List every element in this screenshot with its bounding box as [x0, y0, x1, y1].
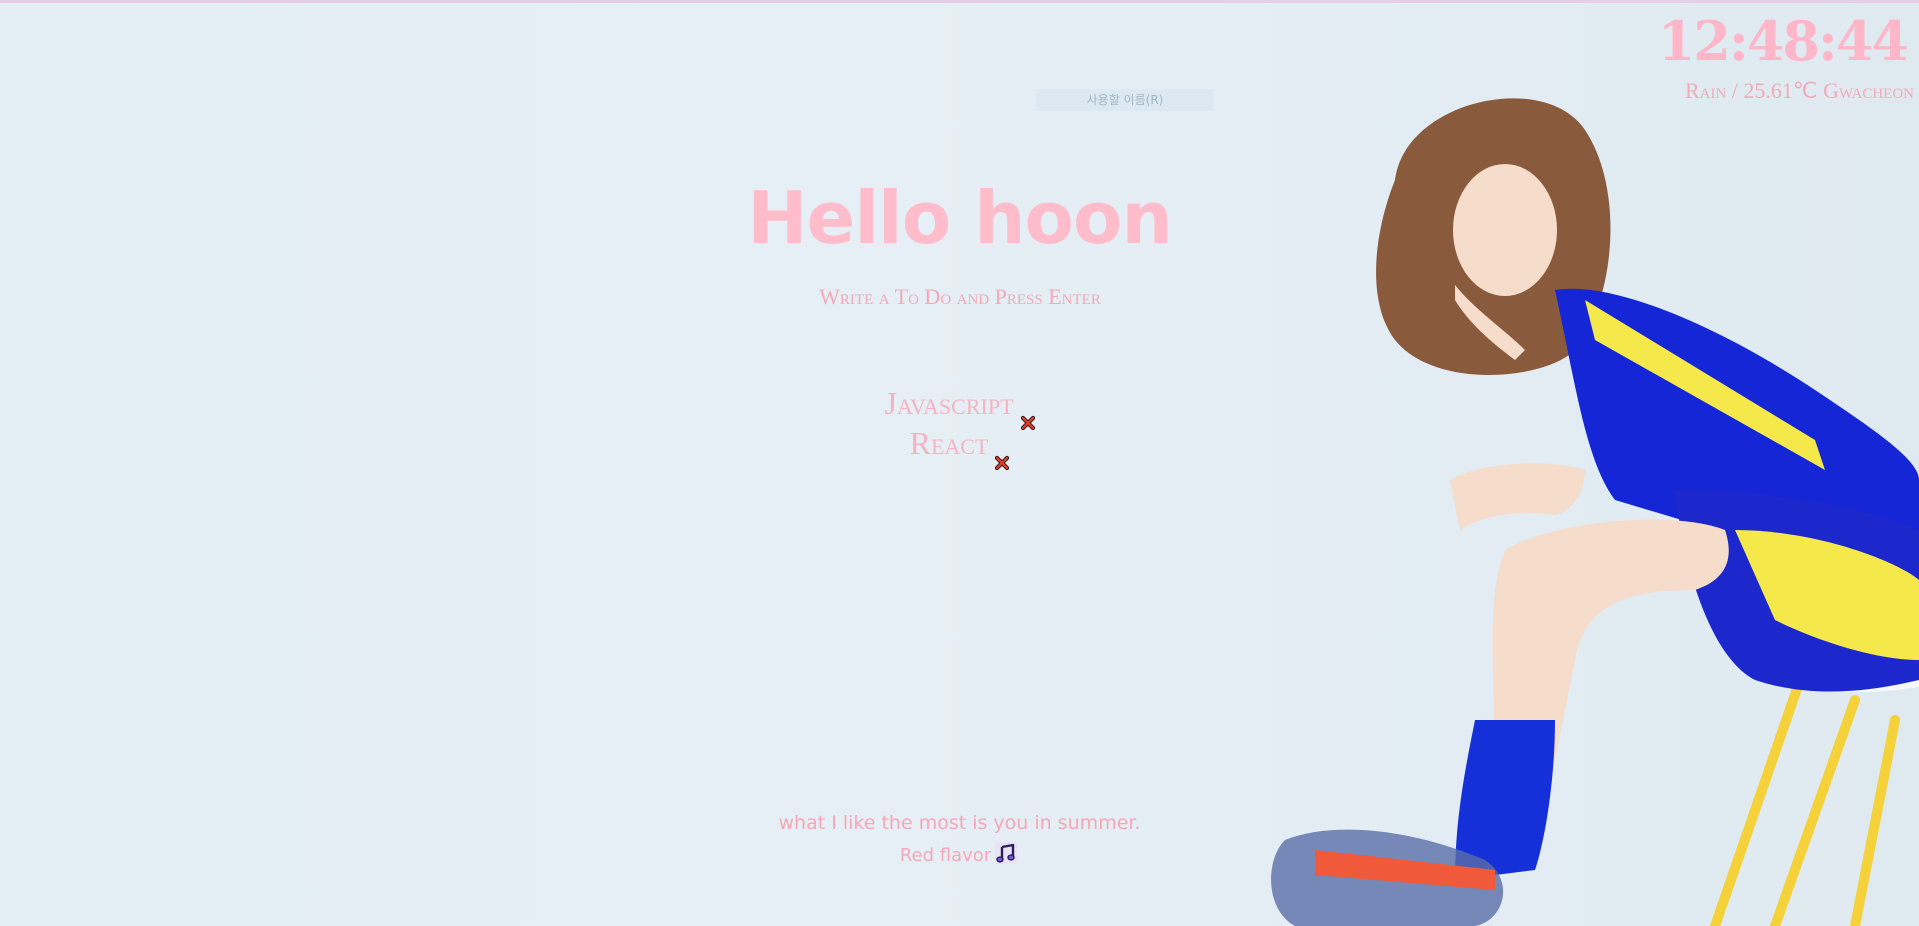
top-border: [0, 0, 1919, 3]
music-note-icon: [993, 840, 1019, 866]
name-input[interactable]: [1036, 89, 1214, 111]
close-x-icon: [995, 455, 1010, 470]
delete-todo-button[interactable]: [994, 440, 1010, 470]
todo-input[interactable]: [740, 283, 1180, 311]
todo-item-text: Javascript: [884, 385, 1014, 421]
greeting-title: Hello hoon: [747, 176, 1172, 260]
quote-author: Red flavor: [899, 845, 992, 866]
todo-item-text: React: [909, 425, 989, 461]
delete-todo-button[interactable]: [1020, 400, 1036, 430]
weather-info: Rain / 25.61℃ Gwacheon: [1684, 78, 1914, 103]
todo-item: Javascript: [740, 383, 1180, 430]
clock: 12:48:44: [1657, 9, 1909, 73]
todo-list: Javascript React: [740, 383, 1180, 470]
todo-item: React: [740, 423, 1180, 470]
quote-text: what I like the most is you in summer.: [778, 812, 1141, 834]
close-x-icon: [1020, 415, 1035, 430]
quote-author-line: Red flavor: [0, 840, 1919, 869]
